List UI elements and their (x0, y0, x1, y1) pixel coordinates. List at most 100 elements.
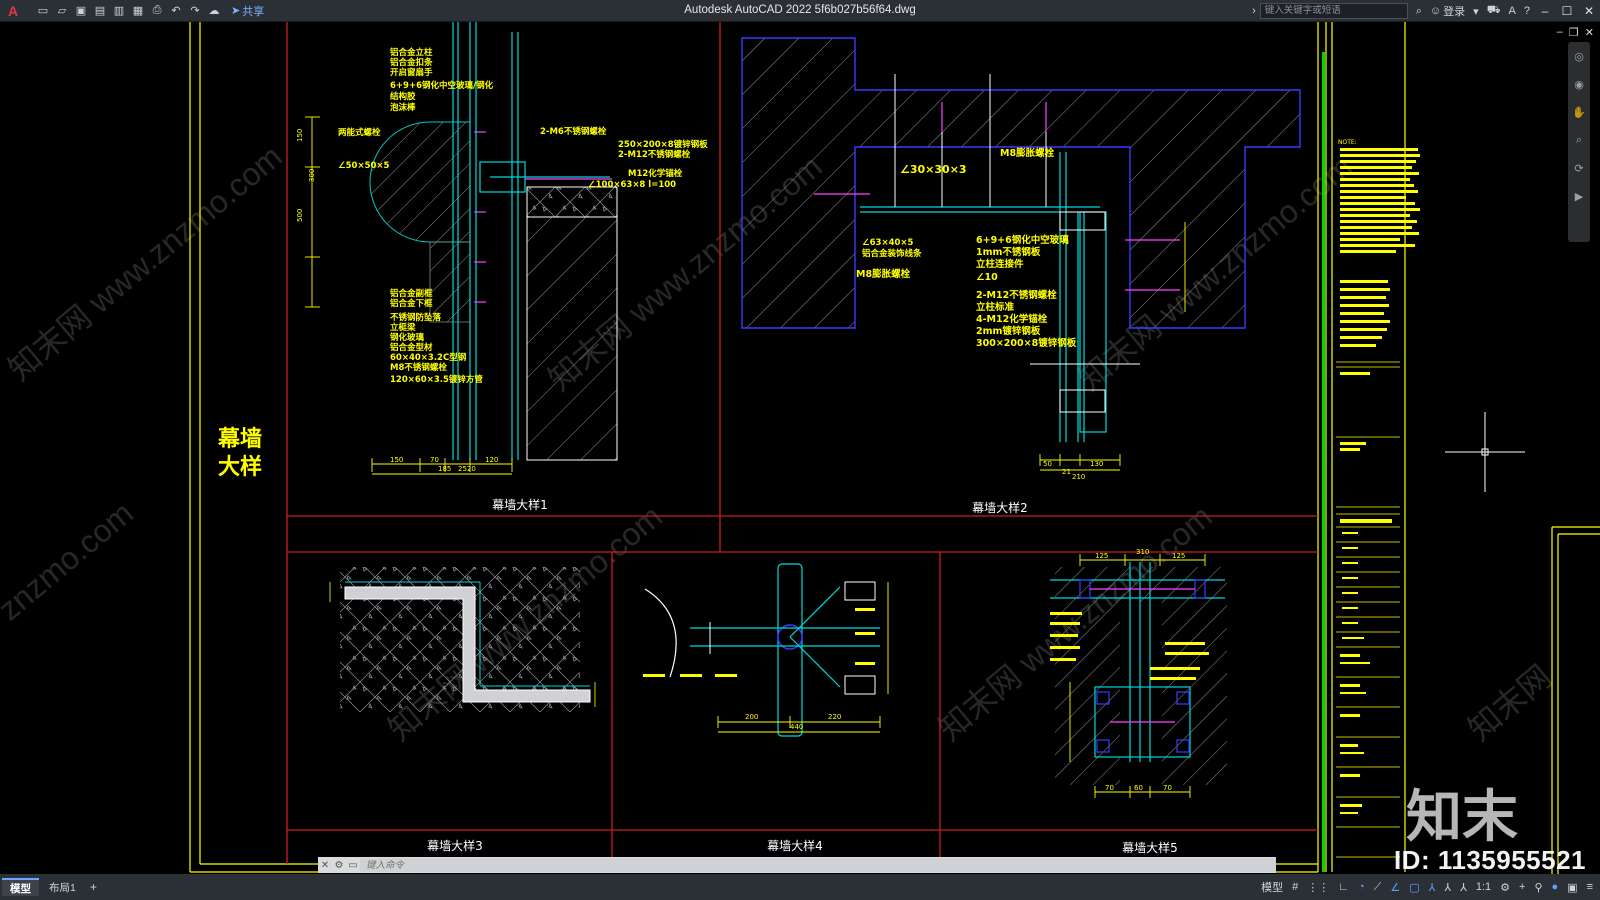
drawing-canvas[interactable]: 知末网 www.znzmo.com znzmo.com 知末网 www.znzm… (0, 22, 1600, 874)
help-button[interactable]: ? (1524, 5, 1530, 17)
svg-text:立柱标准: 立柱标准 (976, 301, 1015, 313)
close-command-icon[interactable]: ✕ (318, 860, 332, 871)
svg-text:2mm镀锌钢板: 2mm镀锌钢板 (976, 325, 1041, 337)
status-bar: 模型 布局1 + 模型 # ⋮⋮ ∟ ◔ ⟋ ∠ ▢ ⅄ ⅄ ⅄ 1:1 ⚙ +… (0, 874, 1600, 900)
svg-text:6+9+6钢化中空玻璃/钢化: 6+9+6钢化中空玻璃/钢化 (390, 80, 494, 91)
svg-text:70: 70 (1163, 784, 1172, 792)
svg-text:铝合金下框: 铝合金下框 (390, 298, 433, 309)
svg-text:开启窗扇手: 开启窗扇手 (390, 67, 433, 78)
svg-text:125: 125 (1095, 552, 1108, 560)
viewcube-icon[interactable]: ◎ (1568, 42, 1590, 70)
tab-layout1[interactable]: 布局1 (41, 878, 84, 896)
svg-text:210: 210 (1072, 473, 1085, 481)
redo-icon[interactable]: ↷ (187, 3, 203, 19)
model-space-button[interactable]: 模型 (1258, 879, 1286, 895)
print-icon[interactable]: ⎙ (149, 3, 165, 19)
plot-preview-icon[interactable]: ▦ (130, 3, 146, 19)
annotation-visibility-icon[interactable]: ⅄ (1426, 881, 1439, 894)
svg-text:泡沫棒: 泡沫棒 (390, 102, 416, 113)
search-input[interactable]: 键入关键字或短语 (1259, 3, 1408, 19)
drawing-restore-button[interactable]: ❐ (1569, 26, 1579, 39)
showmotion-icon[interactable]: ▶ (1568, 182, 1590, 210)
panel-label-1: 幕墙大样1 (492, 497, 548, 512)
publish-icon[interactable]: ▥ (111, 3, 127, 19)
detail-2-dimensions: 50 21 130 210 (1043, 460, 1103, 481)
detail-2-drawing: 50 21 130 210 M8膨胀螺栓 ∠30×30×3 6+9+6钢化中空玻… (741, 37, 1301, 481)
plus-icon[interactable]: + (1516, 881, 1528, 893)
panel-label-2: 幕墙大样2 (972, 500, 1028, 515)
auto-scale-icon[interactable]: ⅄ (1441, 881, 1454, 894)
add-layout-icon[interactable]: + (90, 880, 97, 894)
grid-icon[interactable]: # (1289, 881, 1301, 893)
svg-text:铝合金立柱: 铝合金立柱 (390, 47, 433, 58)
chevron-down-icon[interactable]: ▾ (1473, 5, 1479, 18)
snap-icon[interactable]: ⋮⋮ (1304, 881, 1332, 894)
drawing-window-controls: – ❐ ✕ (1557, 26, 1594, 39)
minimize-button[interactable]: – (1534, 0, 1556, 22)
open-icon[interactable]: ▱ (54, 3, 70, 19)
object-snap-icon[interactable]: ▢ (1406, 881, 1422, 894)
autocad-logo-icon[interactable]: A (3, 1, 23, 21)
autodesk-a360-icon[interactable]: A (1509, 5, 1516, 17)
orbit-icon[interactable]: ⟳ (1568, 154, 1590, 182)
svg-text:130: 130 (1090, 460, 1103, 468)
close-button[interactable]: ✕ (1578, 0, 1600, 22)
svg-text:立梃梁: 立梃梁 (390, 322, 416, 333)
isolate-icon[interactable]: ⚲ (1531, 881, 1545, 894)
recent-commands-icon[interactable]: ▭ (346, 860, 360, 871)
annotation-scale-value[interactable]: 1:1 (1473, 881, 1494, 893)
undo-icon[interactable]: ↶ (168, 3, 184, 19)
svg-text:钢化玻璃: 钢化玻璃 (390, 332, 425, 343)
svg-text:立柱连接件: 立柱连接件 (976, 258, 1024, 270)
clean-screen-icon[interactable]: ▣ (1564, 881, 1580, 894)
workspace-icon[interactable]: ☁ (206, 3, 222, 19)
svg-text:4-M12化学锚栓: 4-M12化学锚栓 (976, 313, 1048, 325)
svg-text:6+9+6钢化中空玻璃: 6+9+6钢化中空玻璃 (976, 234, 1069, 246)
polar-icon[interactable]: ◔ (1355, 881, 1368, 893)
svg-text:∠50×50×5: ∠50×50×5 (338, 161, 390, 171)
login-button[interactable]: ☺ 登录 (1430, 3, 1465, 19)
save-as-icon[interactable]: ▤ (92, 3, 108, 19)
object-snap-tracking-icon[interactable]: ∠ (1387, 881, 1403, 894)
svg-text:不锈钢防坠落: 不锈钢防坠落 (390, 312, 442, 323)
share-icon: ➤ (231, 5, 241, 17)
maximize-button[interactable]: ☐ (1556, 0, 1578, 22)
share-label: 共享 (242, 5, 265, 18)
detail-2-callouts: M8膨胀螺栓 ∠30×30×3 6+9+6钢化中空玻璃 1mm不锈钢板 立柱连接… (856, 147, 1077, 349)
svg-text:1mm不锈钢板: 1mm不锈钢板 (976, 246, 1041, 258)
isodraft-icon[interactable]: ⟋ (1371, 881, 1385, 894)
svg-text:M8不锈钢螺栓: M8不锈钢螺栓 (390, 362, 447, 373)
share-button[interactable]: ➤ 共享 (231, 3, 264, 19)
svg-text:60×40×3.2C型钢: 60×40×3.2C型钢 (390, 352, 467, 363)
new-icon[interactable]: ▭ (35, 3, 51, 19)
zoom-icon[interactable]: ⌕ (1568, 126, 1590, 154)
steering-wheel-icon[interactable]: ◉ (1568, 70, 1590, 98)
drawing-minimize-button[interactable]: – (1557, 26, 1563, 39)
panel-label-3: 幕墙大样3 (427, 838, 483, 853)
svg-text:185: 185 (438, 465, 451, 473)
customization-menu-icon[interactable]: ≡ (1584, 881, 1596, 893)
svg-text:铝合金装饰线条: 铝合金装饰线条 (862, 248, 922, 259)
annotation-scale-icon[interactable]: ⅄ (1457, 881, 1470, 894)
command-input[interactable] (360, 858, 1276, 872)
chevron-right-icon[interactable]: › (1252, 5, 1256, 17)
workspace-gear-icon[interactable]: ⚙ (1497, 881, 1513, 894)
svg-text:120: 120 (485, 456, 498, 464)
svg-text:310: 310 (1136, 548, 1149, 556)
customize-icon[interactable]: ⚙ (332, 860, 346, 871)
user-icon: ☺ (1429, 5, 1442, 17)
tab-model[interactable]: 模型 (2, 878, 39, 896)
save-icon[interactable]: ▣ (73, 3, 89, 19)
notes-text-block (1340, 148, 1420, 814)
search-icon[interactable]: ⌕ (1416, 5, 1422, 18)
pan-icon[interactable]: ✋ (1568, 98, 1590, 126)
drawing-close-button[interactable]: ✕ (1585, 26, 1594, 39)
svg-text:知末网 www.znzmo.com: 知末网 www.znzmo.com (1, 138, 288, 387)
cart-icon[interactable]: ⛟ (1487, 4, 1501, 18)
ortho-icon[interactable]: ∟ (1335, 881, 1352, 893)
svg-text:铝合金型材: 铝合金型材 (390, 342, 433, 353)
hardware-acceleration-icon[interactable]: ● (1549, 881, 1562, 893)
svg-text:70: 70 (1105, 784, 1114, 792)
side-title-line1: 幕墙 (217, 427, 262, 452)
quick-access-toolbar: ▭ ▱ ▣ ▤ ▥ ▦ ⎙ ↶ ↷ ☁ ➤ 共享 (35, 3, 264, 19)
